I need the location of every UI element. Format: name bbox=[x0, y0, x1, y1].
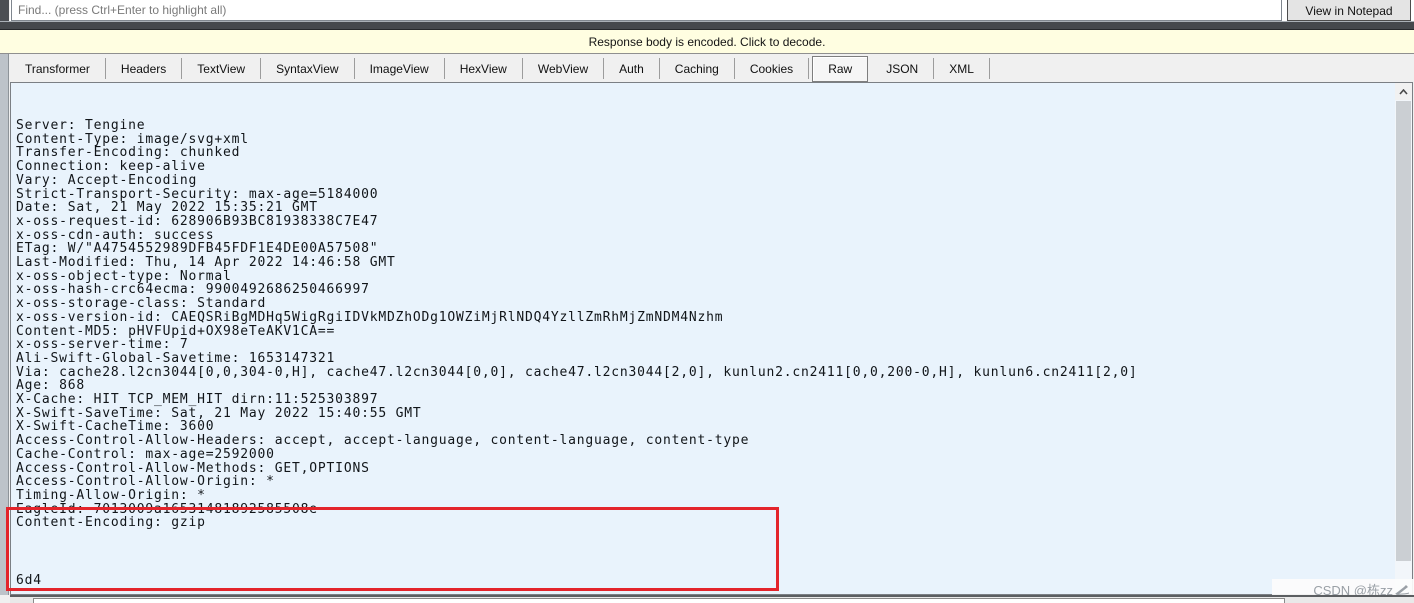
header-line: Cache-Control: max-age=2592000 bbox=[16, 446, 275, 462]
panel-splitter bbox=[0, 21, 1414, 29]
tab-transformer[interactable]: Transformer bbox=[10, 58, 106, 79]
header-line: Server: Tengine bbox=[16, 118, 146, 133]
scrollbar-up-button[interactable] bbox=[1395, 83, 1412, 100]
response-header-lines: Server: Tengine Content-Type: image/svg+x… bbox=[16, 119, 1390, 544]
header-line: Content-MD5: pHVFUpid+OX98eTeAKV1CA== bbox=[16, 323, 336, 339]
decode-banner-text: Response body is encoded. Click to decod… bbox=[588, 34, 826, 49]
find-bar: View in Notepad bbox=[10, 0, 1414, 21]
tab-headers[interactable]: Headers bbox=[106, 58, 183, 79]
header-line: Access-Control-Allow-Headers: accept, ac… bbox=[16, 433, 750, 449]
tab-webview[interactable]: WebView bbox=[523, 58, 605, 79]
header-line: x-oss-storage-class: Standard bbox=[16, 296, 267, 312]
chunk-size-line: 6d4 bbox=[16, 572, 42, 588]
header-line: Strict-Transport-Security: max-age=51840… bbox=[16, 186, 379, 202]
header-line: Via: cache28.l2cn3044[0,0,304-0,H], cach… bbox=[16, 364, 1138, 380]
header-line: Vary: Accept-Encoding bbox=[16, 172, 198, 188]
header-line bbox=[16, 530, 1390, 544]
vertical-scrollbar[interactable] bbox=[1395, 83, 1412, 594]
tab-hexview[interactable]: HexView bbox=[445, 58, 523, 79]
left-panel-edge bbox=[0, 0, 9, 595]
header-line: Access-Control-Allow-Methods: GET,OPTION… bbox=[16, 460, 370, 476]
tab-imageview[interactable]: ImageView bbox=[355, 58, 445, 79]
header-line: x-oss-server-time: 7 bbox=[16, 337, 189, 353]
header-line: Content-Encoding: gzip bbox=[16, 515, 206, 531]
header-line: x-oss-version-id: CAEQSRiBgMDHq5WigRgiID… bbox=[16, 309, 724, 325]
tab-textview[interactable]: TextView bbox=[182, 58, 262, 79]
tab-caching[interactable]: Caching bbox=[660, 58, 735, 79]
header-line: X-Cache: HIT TCP_MEM_HIT dirn:11:5253038… bbox=[16, 392, 379, 408]
header-line: Date: Sat, 21 May 2022 15:35:21 GMT bbox=[16, 200, 318, 216]
header-line: Timing-Allow-Origin: * bbox=[16, 487, 206, 503]
header-line: Last-Modified: Thu, 14 Apr 2022 14:46:58… bbox=[16, 255, 396, 271]
inspector-tab-strip: Transformer Headers TextView SyntaxView Imag… bbox=[10, 54, 1414, 82]
tab-raw[interactable]: Raw bbox=[812, 56, 869, 82]
header-line: Transfer-Encoding: chunked bbox=[16, 145, 241, 161]
tab-auth[interactable]: Auth bbox=[604, 58, 660, 79]
tab-xml[interactable]: XML bbox=[934, 58, 990, 79]
find-input[interactable] bbox=[11, 0, 1282, 21]
header-line: Content-Type: image/svg+xml bbox=[16, 131, 249, 147]
fiddler-response-inspector: View in Notepad Response body is encoded… bbox=[0, 0, 1414, 603]
tab-cookies[interactable]: Cookies bbox=[735, 58, 810, 79]
tab-syntaxview[interactable]: SyntaxView bbox=[261, 58, 355, 79]
header-line: Access-Control-Allow-Origin: * bbox=[16, 474, 275, 490]
header-line: X-Swift-SaveTime: Sat, 21 May 2022 15:40… bbox=[16, 405, 422, 421]
next-panel-edge bbox=[10, 595, 1414, 603]
header-line: x-oss-hash-crc64ecma: 990049268625046699… bbox=[16, 282, 370, 298]
header-line: X-Swift-CacheTime: 3600 bbox=[16, 419, 215, 435]
pen-signature-icon bbox=[1395, 584, 1410, 595]
header-line: Ali-Swift-Global-Savetime: 1653147321 bbox=[16, 350, 336, 366]
header-line: x-oss-object-type: Normal bbox=[16, 268, 232, 284]
view-in-notepad-button[interactable]: View in Notepad bbox=[1287, 0, 1411, 21]
header-line: Connection: keep-alive bbox=[16, 159, 206, 175]
header-line: Age: 868 bbox=[16, 378, 86, 394]
header-line: ETag: W/"A4754552989DFB45FDF1E4DE00A5750… bbox=[16, 241, 379, 257]
tab-json[interactable]: JSON bbox=[871, 58, 935, 79]
scrollbar-thumb[interactable] bbox=[1396, 101, 1411, 561]
raw-response-view[interactable]: Server: Tengine Content-Type: image/svg+x… bbox=[10, 82, 1413, 595]
decode-notification-banner[interactable]: Response body is encoded. Click to decod… bbox=[0, 29, 1414, 54]
header-line: EagleId: 7013009a16531481892585508e bbox=[16, 501, 318, 517]
header-line: x-oss-request-id: 628906B93BC81938338C7E… bbox=[16, 213, 379, 229]
raw-response-text: Server: Tengine Content-Type: image/svg+x… bbox=[16, 89, 1390, 594]
next-panel-input-sliver bbox=[33, 598, 1285, 603]
header-line: x-oss-cdn-auth: success bbox=[16, 227, 215, 243]
chevron-up-icon bbox=[1399, 88, 1408, 95]
